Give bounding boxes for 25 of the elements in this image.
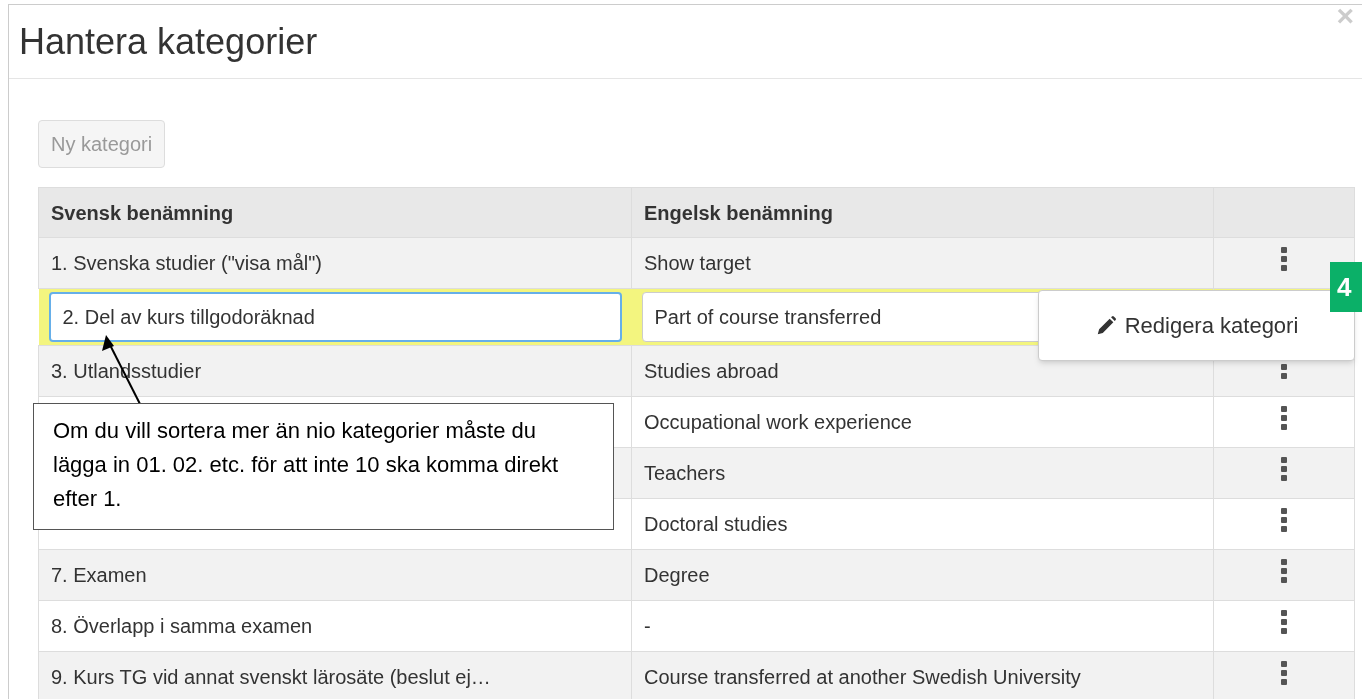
more-icon[interactable] (1281, 559, 1287, 583)
more-icon[interactable] (1281, 610, 1287, 634)
more-icon[interactable] (1281, 508, 1287, 532)
callout-text: Om du vill sortera mer än nio kategorier måste du lägga in 01. 02. etc. för att inte 10 ska komma direkt efter 1. (53, 417, 560, 513)
table-cell: Teachers (644, 462, 726, 484)
column-header: Engelsk benämning (631, 187, 1214, 238)
more-icon[interactable] (1281, 457, 1287, 481)
table-cell: 7. Examen (51, 564, 147, 586)
table-cell: Degree (644, 564, 710, 586)
table-cell: Course transferred at another Swedish University (644, 666, 1081, 688)
more-icon[interactable] (1281, 661, 1287, 685)
table-cell: 1. Svenska studier ("visa mål") (51, 252, 322, 274)
swedish-name-input[interactable]: 2. Del av kurs tillgodoräknad (48, 292, 622, 342)
table-cell: - (644, 615, 651, 637)
column-header: Svensk benämning (38, 187, 632, 238)
more-icon[interactable] (1281, 406, 1287, 430)
table-cell: Doctoral studies (644, 513, 788, 535)
table-cell: 8. Överlapp i samma examen (51, 615, 313, 637)
more-icon[interactable] (1281, 247, 1287, 271)
step-badge: 4 (1330, 262, 1362, 312)
dialog-title: Hantera kategorier (19, 23, 318, 60)
table-cell: Occupational work experience (644, 411, 912, 433)
table-cell: Studies abroad (644, 360, 779, 382)
table-cell: 9. Kurs TG vid annat svenskt lärosäte (beslut ej… (51, 666, 491, 688)
table-cell: Show target (644, 252, 751, 274)
